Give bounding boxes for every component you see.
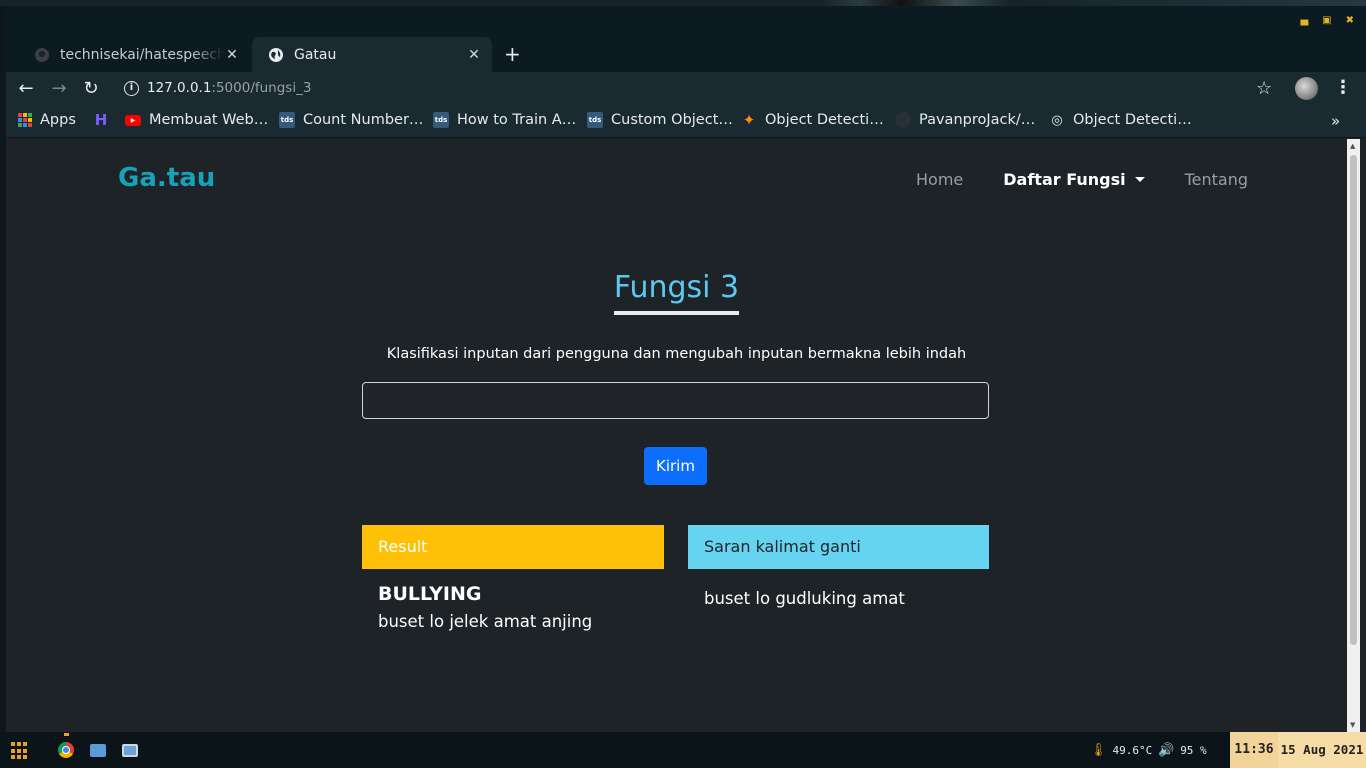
speaker-icon: 🔊	[1158, 743, 1175, 758]
kirim-button[interactable]: Kirim	[644, 447, 707, 485]
saran-card: Saran kalimat ganti buset lo gudluking a…	[688, 525, 989, 608]
bookmark-star-icon[interactable]: ☆	[1256, 78, 1272, 99]
result-card-body: BULLYING buset lo jelek amat anjing	[362, 569, 664, 631]
result-card-header: Result	[362, 525, 664, 569]
chrome-icon[interactable]	[58, 742, 74, 758]
apps-grid-icon	[18, 113, 32, 127]
nav-daftar-fungsi[interactable]: Daftar Fungsi	[1003, 170, 1145, 189]
bookmark-label: Custom Object…	[611, 112, 733, 128]
clock-time[interactable]: 11:36	[1230, 732, 1278, 768]
github-icon	[35, 47, 49, 62]
nav-daftar-fungsi-label: Daftar Fungsi	[1003, 170, 1126, 189]
tab-title: Gatau	[294, 46, 337, 63]
bookmarks-more-icon[interactable]: »	[1331, 112, 1340, 130]
nav-tentang[interactable]: Tentang	[1185, 170, 1248, 189]
address-bar[interactable]: 127.0.0.1:5000/fungsi_3	[147, 80, 311, 96]
youtube-icon: ▶	[125, 114, 141, 126]
tds-icon: tds	[279, 112, 295, 128]
github-icon	[895, 112, 911, 128]
window-controls: ▄ ▣ ✖	[1300, 16, 1354, 26]
url-host: 127.0.0.1	[147, 80, 212, 96]
page-viewport: Ga.tau Home Daftar Fungsi Tentang Fungsi…	[6, 139, 1347, 732]
close-icon[interactable]: ✕	[224, 47, 240, 63]
bookmark-pavanprojack[interactable]: PavanproJack/…	[895, 112, 1035, 128]
bookmarks-bar: Apps H ▶ Membuat Web… tds Count Number… …	[6, 106, 1366, 138]
globe-icon	[269, 47, 283, 62]
browser-window: ▄ ▣ ✖ technisekai/hatespeech-a ✕ Gatau ✕…	[6, 6, 1366, 732]
tensorflow-icon: ✦	[742, 111, 756, 129]
bookmark-label: Object Detecti…	[1073, 112, 1192, 128]
menu-dots-icon[interactable]: ⋮	[1334, 76, 1352, 100]
bookmark-how-to-train[interactable]: tds How to Train A…	[433, 112, 576, 128]
thermometer-icon: 🌡	[1090, 743, 1107, 758]
bookmark-h[interactable]: H	[93, 111, 117, 129]
taskbar: 🌡 49.6°C 🔊 95 % 11:36 15 Aug 2021	[0, 732, 1366, 768]
caret-down-icon	[1134, 177, 1145, 182]
result-text: buset lo jelek amat anjing	[378, 612, 593, 631]
h-logo-icon: H	[94, 111, 108, 129]
page-description: Klasifikasi inputan dari pengguna dan me…	[386, 346, 967, 362]
bookmark-object-detection-tf[interactable]: ✦ Object Detecti…	[741, 111, 884, 129]
bookmark-label: Count Number…	[303, 112, 424, 128]
tds-icon: tds	[587, 112, 603, 128]
saran-card-body: buset lo gudluking amat	[688, 569, 989, 608]
close-icon[interactable]: ✕	[466, 47, 482, 63]
close-window-icon[interactable]: ✖	[1346, 16, 1354, 26]
forward-arrow-icon[interactable]: →	[49, 79, 69, 99]
site-info-icon[interactable]: i	[124, 81, 139, 96]
minimize-icon[interactable]: ▄	[1300, 16, 1308, 26]
new-tab-icon[interactable]: +	[504, 43, 521, 65]
reload-icon[interactable]: ↻	[81, 79, 101, 99]
result-label: BULLYING	[378, 583, 482, 605]
saran-text: buset lo gudluking amat	[704, 589, 905, 608]
volume-indicator[interactable]: 🔊 95 %	[1158, 743, 1207, 758]
scroll-down-icon[interactable]: ▼	[1350, 721, 1355, 729]
app-menu-icon[interactable]	[11, 742, 29, 760]
page-title: Fungsi 3	[613, 271, 740, 315]
saran-card-header: Saran kalimat ganti	[688, 525, 989, 569]
volume-value: 95 %	[1180, 744, 1207, 757]
bookmark-apps[interactable]: Apps	[18, 112, 76, 128]
window-icon[interactable]	[122, 744, 138, 757]
folder-icon[interactable]	[90, 744, 106, 757]
tab-gatau[interactable]: Gatau ✕	[252, 37, 492, 72]
bookmark-label: Apps	[40, 112, 76, 128]
bookmark-label: Membuat Web…	[149, 112, 269, 128]
temperature-indicator: 🌡 49.6°C	[1090, 743, 1152, 758]
text-input[interactable]	[362, 382, 989, 419]
brand-logo[interactable]: Ga.tau	[118, 163, 215, 193]
main-navigation: Home Daftar Fungsi Tentang	[916, 170, 1288, 189]
tds-icon: tds	[433, 112, 449, 128]
record-icon: ◎	[1051, 112, 1063, 128]
browser-titlebar: ▄ ▣ ✖ technisekai/hatespeech-a ✕ Gatau ✕…	[6, 6, 1366, 72]
clock-date[interactable]: 15 Aug 2021	[1278, 732, 1366, 768]
page-scrollbar[interactable]: ▲ ▼	[1347, 139, 1360, 732]
bookmark-count-number[interactable]: tds Count Number…	[279, 112, 423, 128]
bookmark-label: Object Detecti…	[765, 112, 884, 128]
bookmark-label: PavanproJack/…	[919, 112, 1036, 128]
maximize-icon[interactable]: ▣	[1322, 16, 1331, 26]
nav-home[interactable]: Home	[916, 170, 963, 189]
page-heading-wrap: Fungsi 3	[6, 271, 1347, 315]
result-card: Result BULLYING buset lo jelek amat anji…	[362, 525, 664, 631]
scrollbar-thumb[interactable]	[1350, 155, 1357, 645]
tab-github[interactable]: technisekai/hatespeech-a ✕	[18, 37, 250, 72]
temperature-value: 49.6°C	[1112, 744, 1153, 757]
bookmark-label: How to Train A…	[457, 112, 577, 128]
active-app-indicator	[64, 733, 69, 736]
bookmark-membuat-web[interactable]: ▶ Membuat Web…	[125, 112, 268, 128]
url-path: :5000/fungsi_3	[211, 80, 312, 96]
profile-avatar[interactable]	[1295, 77, 1318, 100]
tab-title: technisekai/hatespeech-a	[60, 46, 224, 63]
bookmark-custom-object[interactable]: tds Custom Object…	[587, 112, 733, 128]
scroll-up-icon[interactable]: ▲	[1350, 142, 1355, 150]
browser-toolbar: ← → ↻ i 127.0.0.1:5000/fungsi_3 ☆ ⋮	[6, 72, 1366, 106]
back-arrow-icon[interactable]: ←	[16, 79, 36, 99]
bookmark-object-detection[interactable]: ◎ Object Detecti…	[1049, 112, 1192, 128]
